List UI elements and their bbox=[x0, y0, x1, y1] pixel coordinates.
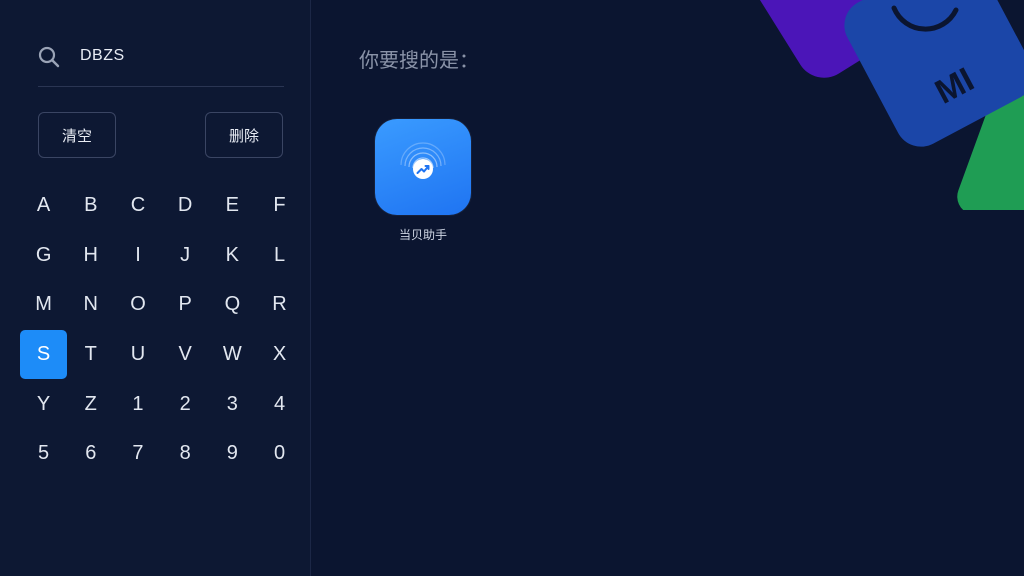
key-s[interactable]: S bbox=[20, 329, 68, 380]
key-l[interactable]: L bbox=[256, 231, 303, 281]
search-bar[interactable]: DBZS bbox=[38, 40, 284, 87]
key-r[interactable]: R bbox=[256, 280, 303, 330]
clear-button[interactable]: 清空 bbox=[38, 112, 116, 158]
key-y[interactable]: Y bbox=[20, 379, 67, 429]
app-tile-dangbei-assistant[interactable] bbox=[375, 119, 471, 215]
key-i[interactable]: I bbox=[114, 231, 161, 281]
results-title: 你要搜的是： bbox=[359, 48, 479, 72]
key-g[interactable]: G bbox=[20, 231, 67, 281]
search-screen: DBZS 清空 删除 ABCDEF GHIJKL MNOPQR STUVWX YZ123… bbox=[0, 0, 1024, 576]
keyboard-panel: DBZS 清空 删除 ABCDEF GHIJKL MNOPQR STUVWX YZ123… bbox=[0, 0, 311, 576]
key-z[interactable]: Z bbox=[67, 379, 114, 429]
key-c[interactable]: C bbox=[114, 181, 161, 231]
key-7[interactable]: 7 bbox=[114, 429, 161, 479]
key-v[interactable]: V bbox=[162, 330, 209, 380]
key-f[interactable]: F bbox=[256, 181, 303, 231]
key-2[interactable]: 2 bbox=[162, 379, 209, 429]
key-b[interactable]: B bbox=[67, 181, 114, 231]
key-w[interactable]: W bbox=[209, 330, 256, 380]
key-x[interactable]: X bbox=[256, 330, 303, 380]
key-9[interactable]: 9 bbox=[209, 429, 256, 479]
key-e[interactable]: E bbox=[209, 181, 256, 231]
key-j[interactable]: J bbox=[162, 231, 209, 281]
letter-keyboard: ABCDEF GHIJKL MNOPQR STUVWX YZ1234 567890 bbox=[20, 181, 303, 479]
key-u[interactable]: U bbox=[114, 330, 161, 380]
key-4[interactable]: 4 bbox=[256, 379, 303, 429]
key-a[interactable]: A bbox=[20, 181, 67, 231]
key-t[interactable]: T bbox=[67, 330, 114, 380]
search-query: DBZS bbox=[80, 47, 125, 64]
key-d[interactable]: D bbox=[162, 181, 209, 231]
key-p[interactable]: P bbox=[162, 280, 209, 330]
key-m[interactable]: M bbox=[20, 280, 67, 330]
key-6[interactable]: 6 bbox=[67, 429, 114, 479]
dangbei-assistant-icon bbox=[400, 142, 446, 179]
delete-button[interactable]: 删除 bbox=[205, 112, 283, 158]
key-q[interactable]: Q bbox=[209, 280, 256, 330]
key-h[interactable]: H bbox=[67, 231, 114, 281]
key-k[interactable]: K bbox=[209, 231, 256, 281]
key-8[interactable]: 8 bbox=[162, 429, 209, 479]
key-n[interactable]: N bbox=[67, 280, 114, 330]
key-o[interactable]: O bbox=[114, 280, 161, 330]
brand-decoration: MI bbox=[746, 0, 1024, 210]
key-3[interactable]: 3 bbox=[209, 379, 256, 429]
app-name-dangbei-assistant: 当贝助手 bbox=[398, 228, 447, 242]
key-5[interactable]: 5 bbox=[20, 429, 67, 479]
key-0[interactable]: 0 bbox=[256, 429, 303, 479]
search-icon bbox=[38, 46, 60, 68]
key-1[interactable]: 1 bbox=[114, 379, 161, 429]
